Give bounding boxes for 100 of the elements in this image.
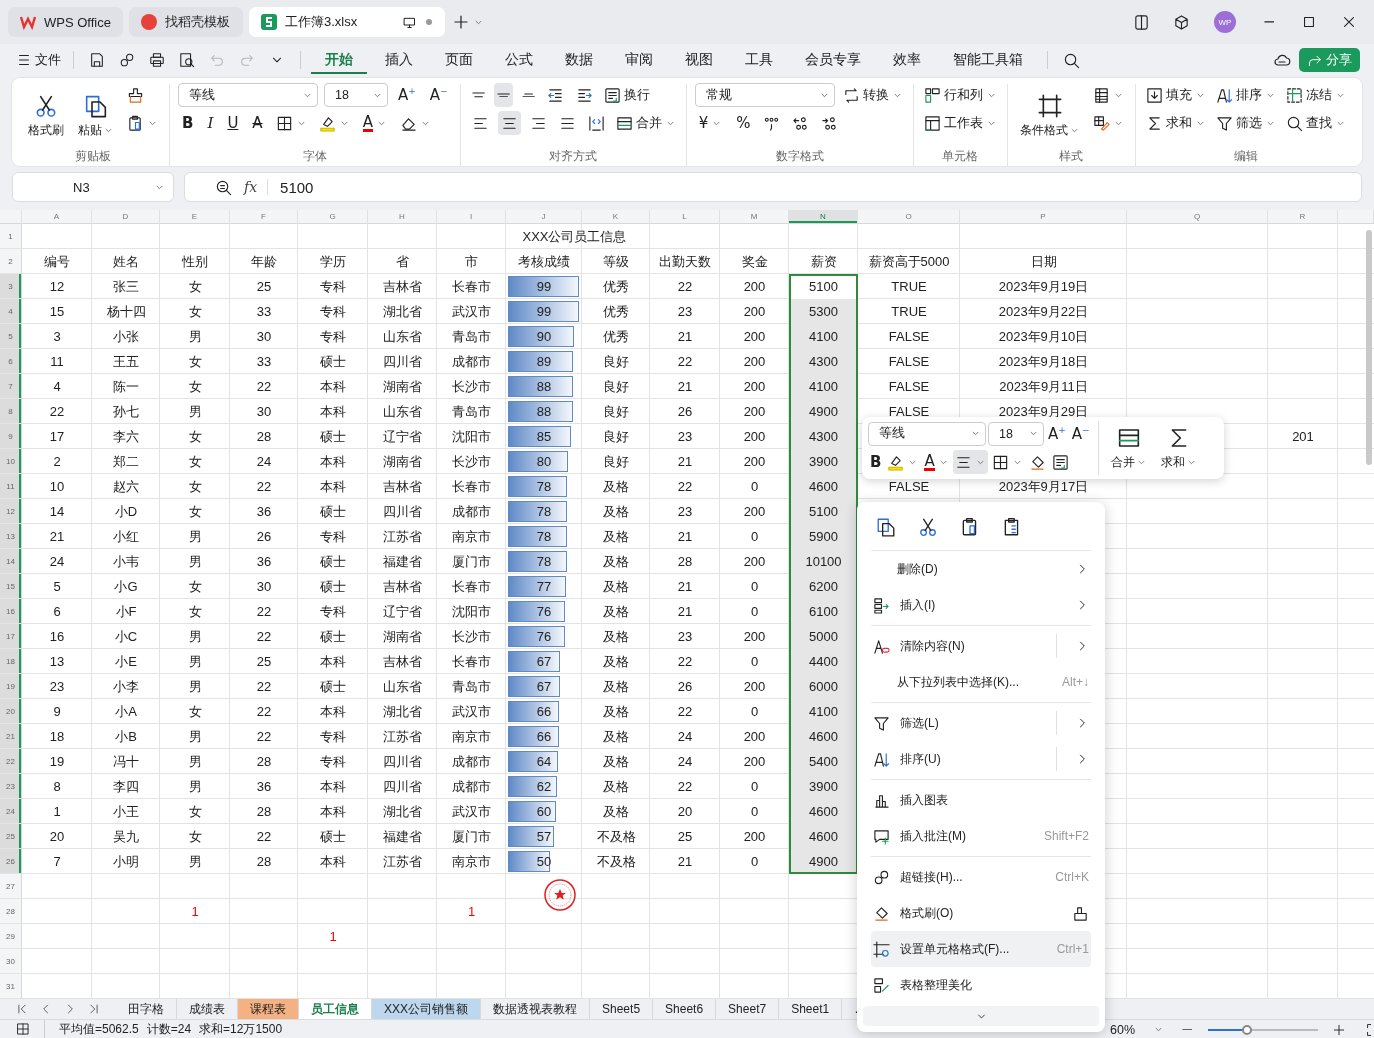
dropdown-field[interactable]: 等线 xyxy=(178,83,318,107)
ribbon-button[interactable]: 工作表 xyxy=(921,114,999,132)
toolbar-button[interactable]: A$^{−}$ xyxy=(425,83,452,107)
row-header[interactable]: 23 xyxy=(0,774,22,799)
menu-item[interactable]: 表格整理美化 xyxy=(871,967,1091,1003)
row-header[interactable]: 21 xyxy=(0,724,22,749)
ribbon-tab[interactable]: 审阅 xyxy=(611,46,667,74)
toolbar-button[interactable]: A$^{−}$ xyxy=(1069,421,1092,446)
menu-item[interactable]: 设置单元格格式(F)... Ctrl+1 xyxy=(871,931,1091,967)
toolbar-button[interactable] xyxy=(952,450,988,475)
column-header[interactable]: D xyxy=(92,210,160,224)
ribbon-button[interactable]: 冻结 xyxy=(1283,86,1348,104)
row-header[interactable]: 4 xyxy=(0,299,22,324)
ribbon-button[interactable]: 粘贴 xyxy=(74,84,118,148)
row-header[interactable]: 12 xyxy=(0,499,22,524)
ribbon-button[interactable]: 求和 xyxy=(1156,421,1201,475)
column-header[interactable]: K xyxy=(582,210,650,224)
row-header[interactable]: 9 xyxy=(0,424,22,449)
menu-item[interactable]: 插入(I) xyxy=(871,587,1091,623)
row-header[interactable]: 20 xyxy=(0,699,22,724)
toolbar-button[interactable]: A xyxy=(248,111,267,135)
ribbon-button[interactable]: 行和列 xyxy=(921,86,999,104)
toolbar-button[interactable]: A$^{+}$ xyxy=(1046,421,1068,446)
column-header[interactable]: P xyxy=(960,210,1127,224)
toolbar-button[interactable]: B xyxy=(868,450,884,475)
row-header[interactable]: 11 xyxy=(0,474,22,499)
toolbar-button[interactable]: A xyxy=(358,111,391,135)
row-header[interactable]: 24 xyxy=(0,799,22,824)
ribbon-tab[interactable]: 效率 xyxy=(879,46,935,74)
zoom-dropdown[interactable]: 60% xyxy=(1108,1022,1167,1037)
ribbon-tab[interactable]: 页面 xyxy=(431,46,487,74)
ribbon-tab[interactable]: 工具 xyxy=(731,46,787,74)
toolbar-button[interactable] xyxy=(497,111,521,135)
menu-item[interactable]: 从下拉列表中选择(K)... Alt+↓ xyxy=(871,664,1091,700)
file-menu[interactable]: 文件 xyxy=(14,51,63,69)
menu-item[interactable]: 格式刷(O) xyxy=(871,895,1091,931)
column-header[interactable]: Q xyxy=(1127,210,1268,224)
sheet-tab[interactable]: 员工信息 xyxy=(299,999,372,1019)
row-header[interactable]: 7 xyxy=(0,374,22,399)
toolbar-button[interactable]: I xyxy=(203,111,218,135)
row-header[interactable]: 28 xyxy=(0,899,22,924)
row-header[interactable]: 22 xyxy=(0,749,22,774)
toolbar-button[interactable]: A xyxy=(922,450,951,475)
column-header[interactable]: J xyxy=(506,210,582,224)
row-header[interactable]: 17 xyxy=(0,624,22,649)
ribbon-tab[interactable]: 视图 xyxy=(671,46,727,74)
ribbon-tab[interactable]: 公式 xyxy=(491,46,547,74)
ribbon-button[interactable]: 求和 xyxy=(1143,114,1208,132)
menu-item[interactable]: 排序(U) xyxy=(871,741,1091,777)
menu-item[interactable]: 删除(D) xyxy=(871,551,1091,587)
toolbar-button[interactable]: A$^{+}$ xyxy=(394,83,420,107)
column-header[interactable]: E xyxy=(160,210,230,224)
toolbar-button[interactable]: B xyxy=(178,111,198,135)
row-header[interactable]: 15 xyxy=(0,574,22,599)
formula-field[interactable]: fx 5100 xyxy=(184,172,1362,202)
menu-item[interactable]: 插入图表 xyxy=(871,782,1091,818)
ribbon-button[interactable]: 排序 xyxy=(1213,86,1278,104)
column-header[interactable]: O xyxy=(858,210,960,224)
share-button[interactable]: 分享 xyxy=(1299,48,1360,72)
row-header[interactable]: 26 xyxy=(0,849,22,874)
ribbon-tab[interactable]: 开始 xyxy=(311,46,367,74)
menu-item[interactable]: 清除内容(N) xyxy=(871,628,1091,664)
document-tab[interactable]: WPS Office xyxy=(8,7,123,37)
menu-item[interactable]: 超链接(H)... Ctrl+K xyxy=(871,859,1091,895)
row-header[interactable]: 3 xyxy=(0,274,22,299)
row-header[interactable]: 19 xyxy=(0,674,22,699)
column-header[interactable]: G xyxy=(298,210,368,224)
ribbon-tab[interactable]: 智能工具箱 xyxy=(939,46,1037,74)
row-header[interactable]: 31 xyxy=(0,974,22,999)
toolbar-button[interactable]: % xyxy=(732,111,755,135)
ribbon-button[interactable]: 换行 xyxy=(602,86,653,104)
column-header[interactable]: R xyxy=(1268,210,1338,224)
ribbon-button[interactable]: 格式刷 xyxy=(24,84,68,148)
row-header[interactable]: 8 xyxy=(0,399,22,424)
ribbon-button[interactable]: 筛选 xyxy=(1213,114,1278,132)
avatar[interactable]: WP xyxy=(1214,11,1236,33)
slider-thumb[interactable] xyxy=(1241,1024,1252,1035)
row-header[interactable]: 27 xyxy=(0,874,22,899)
menu-item[interactable]: 插入批注(M) Shift+F2 xyxy=(871,818,1091,854)
ribbon-tab[interactable]: 插入 xyxy=(371,46,427,74)
sheet-tab[interactable]: 课程表 xyxy=(238,999,299,1019)
dropdown-field[interactable]: 18 xyxy=(324,83,388,107)
column-header[interactable]: L xyxy=(650,210,720,224)
dropdown-field[interactable]: 等线 xyxy=(868,421,986,446)
toolbar-button[interactable]: U xyxy=(223,111,243,135)
dropdown-field[interactable]: 常规 xyxy=(694,83,835,107)
column-header[interactable]: I xyxy=(437,210,506,224)
ribbon-button[interactable]: 合并 xyxy=(613,114,678,132)
row-header[interactable]: 6 xyxy=(0,349,22,374)
ribbon-button[interactable]: 条件格式 xyxy=(1015,84,1084,148)
row-header[interactable]: 13 xyxy=(0,524,22,549)
row-header[interactable]: 10 xyxy=(0,449,22,474)
ribbon-button[interactable]: 合并 xyxy=(1106,421,1151,475)
row-header[interactable]: 29 xyxy=(0,924,22,949)
scrollbar-thumb[interactable] xyxy=(1366,230,1372,465)
row-header[interactable]: 2 xyxy=(0,249,22,274)
name-box[interactable]: N3 xyxy=(12,172,174,202)
row-header[interactable]: 18 xyxy=(0,649,22,674)
row-header[interactable]: 25 xyxy=(0,824,22,849)
column-header[interactable]: N xyxy=(789,210,858,224)
